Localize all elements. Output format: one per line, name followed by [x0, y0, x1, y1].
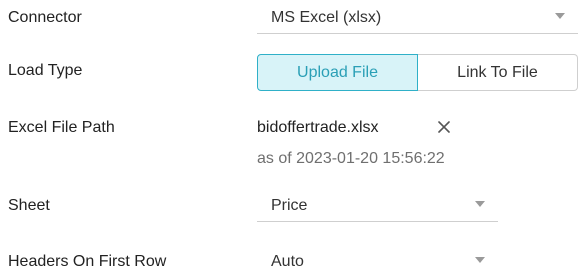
connector-label: Connector: [8, 9, 82, 26]
close-icon[interactable]: [433, 116, 455, 138]
chevron-down-icon: [475, 201, 485, 207]
file-name-text: bidoffertrade.xlsx: [257, 119, 379, 136]
sheet-select[interactable]: Price: [257, 188, 498, 222]
sheet-select-value: Price: [271, 197, 308, 214]
headers-on-first-row-select-value: Auto: [271, 253, 304, 270]
file-timestamp-text: as of 2023-01-20 15:56:22: [257, 150, 445, 167]
load-type-toggle: Upload File Link To File: [257, 54, 578, 91]
upload-file-button[interactable]: Upload File: [257, 54, 418, 91]
load-type-label: Load Type: [8, 62, 83, 79]
headers-on-first-row-select[interactable]: Auto: [257, 244, 498, 278]
excel-file-path-label: Excel File Path: [8, 119, 115, 136]
headers-on-first-row-label: Headers On First Row: [8, 253, 167, 270]
connector-select[interactable]: MS Excel (xlsx): [257, 0, 578, 34]
chevron-down-icon: [555, 13, 565, 19]
sheet-label: Sheet: [8, 197, 50, 214]
chevron-down-icon: [475, 257, 485, 263]
connector-select-value: MS Excel (xlsx): [271, 9, 382, 26]
link-to-file-button[interactable]: Link To File: [418, 54, 578, 91]
